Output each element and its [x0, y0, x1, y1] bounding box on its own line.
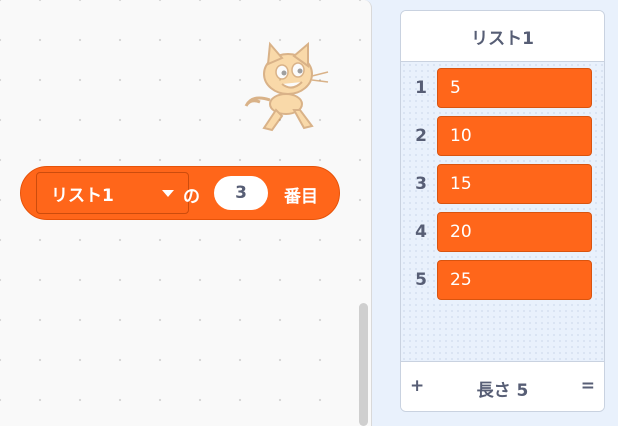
row-value[interactable]: 15 — [437, 164, 592, 204]
row-value[interactable]: 25 — [437, 260, 592, 300]
row-value[interactable]: 5 — [437, 68, 592, 108]
list-row: 4 20 — [401, 210, 604, 252]
list-dropdown[interactable]: リスト1 — [36, 172, 189, 214]
row-value[interactable]: 20 — [437, 212, 592, 252]
monitor-footer: + 長さ 5 = — [401, 361, 604, 411]
list-row: 2 10 — [401, 114, 604, 156]
list-item-reporter-block[interactable]: リスト1 の 3 番目 — [20, 166, 340, 220]
list-row: 5 25 — [401, 258, 604, 300]
list-monitor[interactable]: リスト1 1 5 2 10 3 15 4 20 5 25 + 長さ 5 = — [400, 10, 605, 412]
resize-handle[interactable]: = — [581, 376, 595, 396]
row-index: 1 — [415, 78, 427, 98]
vertical-scrollbar[interactable] — [359, 303, 368, 426]
list-length-label: 長さ 5 — [476, 381, 529, 401]
monitor-list-body[interactable]: 1 5 2 10 3 15 4 20 5 25 — [401, 62, 604, 372]
scratch-cat-icon — [244, 41, 329, 132]
suffix-label: 番目 — [284, 187, 318, 207]
row-index: 3 — [415, 174, 427, 194]
list-dropdown-label: リスト1 — [51, 185, 114, 206]
row-value[interactable]: 10 — [437, 116, 592, 156]
of-label: の — [183, 187, 200, 207]
list-row: 3 15 — [401, 162, 604, 204]
row-index: 2 — [415, 126, 427, 146]
caret-down-icon — [162, 190, 174, 197]
row-index: 5 — [415, 270, 427, 290]
list-row: 1 5 — [401, 66, 604, 108]
index-input[interactable]: 3 — [214, 176, 268, 210]
code-workspace[interactable]: リスト1 の 3 番目 — [0, 0, 372, 426]
row-index: 4 — [415, 222, 427, 242]
monitor-title: リスト1 — [401, 11, 604, 62]
